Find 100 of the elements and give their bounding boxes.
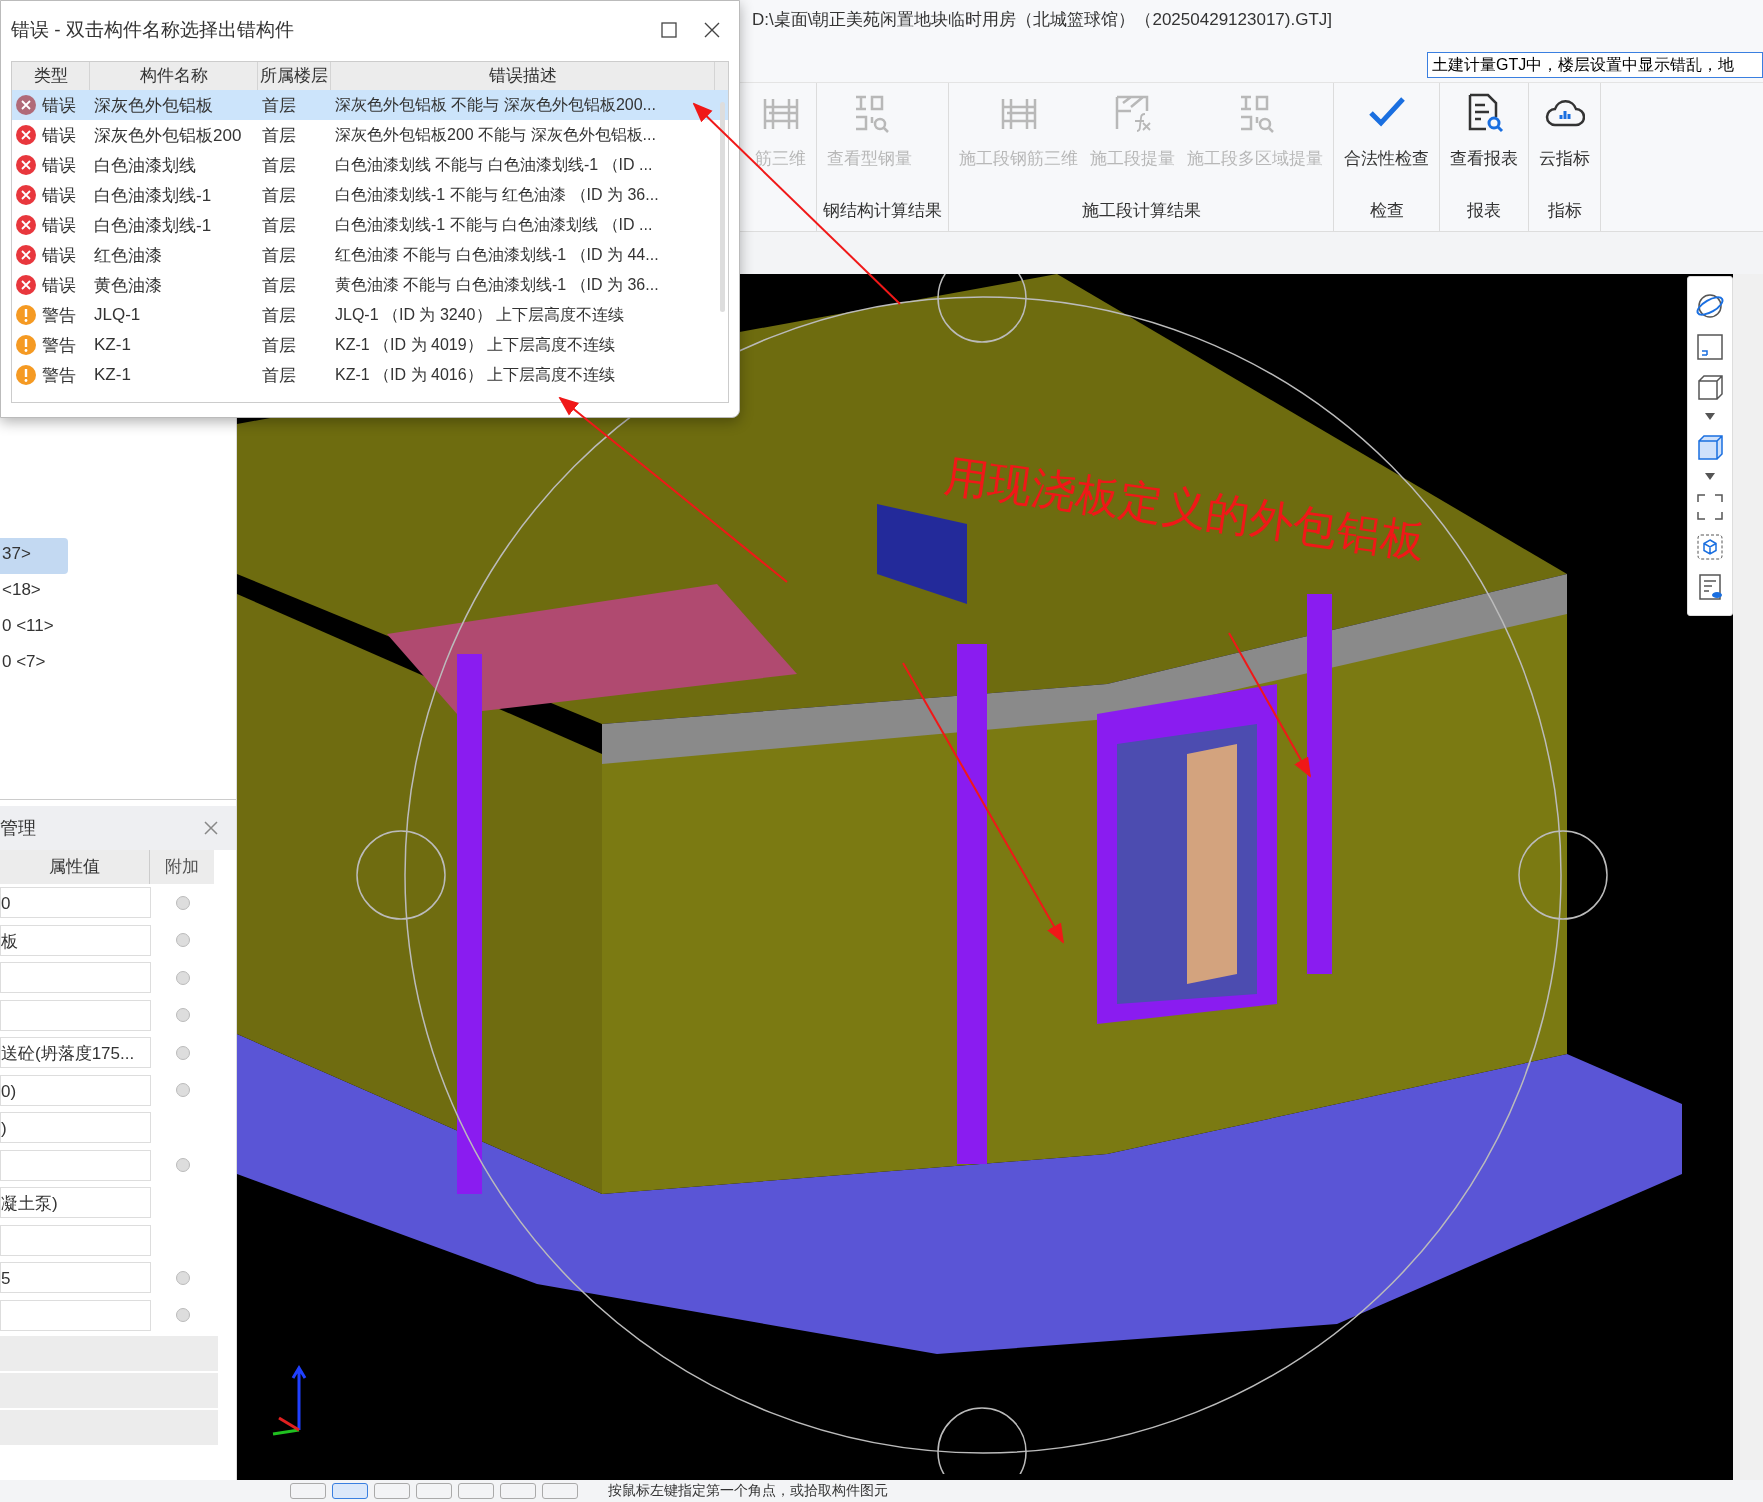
error-row[interactable]: 错误 白色油漆划线-1 首层 白色油漆划线-1 不能与 红色油漆 （ID 为 36... (12, 180, 728, 210)
table-cell-text: 首层 (261, 184, 297, 207)
status-toolbar-button[interactable] (500, 1483, 536, 1499)
type-text: 错误 (42, 154, 76, 177)
close-icon[interactable] (703, 21, 721, 39)
table-cell-text: 白色油漆划线 不能与 白色油漆划线-1 （ID ... (334, 154, 654, 175)
table-cell-text: JLQ-1 （ID 为 3240） 上下层高度不连续 (334, 304, 625, 325)
table-cell-text: 白色油漆划线 (93, 154, 197, 177)
status-toolbar-button[interactable] (332, 1483, 368, 1499)
checkbox[interactable] (176, 1045, 190, 1060)
table-cell-text: 白色油漆划线-1 不能与 红色油漆 （ID 为 36... (334, 184, 660, 205)
table-cell-text: 黄色油漆 不能与 白色油漆划线-1 （ID 为 36... (334, 274, 660, 295)
ribbon-group-label: 钢结构计算结果 (823, 200, 942, 222)
property-value-field[interactable]: 5 (0, 1262, 151, 1294)
property-value-field[interactable]: ) (0, 1112, 151, 1144)
type-text: 警告 (42, 304, 76, 327)
warning-exclamation-icon (16, 335, 36, 355)
property-value-field[interactable]: 板 (0, 924, 151, 956)
table-cell-text: KZ-1 （ID 为 4016） 上下层高度不连续 (334, 364, 617, 385)
checkbox[interactable] (176, 1158, 190, 1173)
status-toolbar-button[interactable] (290, 1483, 326, 1499)
ribbon-group-label: 报表 (1466, 200, 1502, 222)
table-cell-text: KZ-1 (93, 335, 132, 355)
table-cell-text: 深灰色外包铝板200 不能与 深灰色外包铝板... (334, 124, 657, 145)
table-cell-text: 红色油漆 不能与 白色油漆划线-1 （ID 为 44... (334, 244, 660, 265)
table-cell-text: 首层 (261, 124, 297, 147)
type-text: 错误 (42, 124, 76, 147)
search-field[interactable]: 土建计量GTJ中，楼层设置中显示错乱，地 (1427, 52, 1763, 78)
error-x-icon (16, 275, 36, 295)
table-cell-text: 白色油漆划线-1 (93, 184, 213, 207)
error-row[interactable]: 错误 白色油漆划线 首层 白色油漆划线 不能与 白色油漆划线-1 （ID ... (12, 150, 728, 180)
property-value-field[interactable] (0, 1299, 151, 1331)
error-row[interactable]: 错误 白色油漆划线-1 首层 白色油漆划线-1 不能与 白色油漆划线 （ID ... (12, 210, 728, 240)
cube-icon[interactable] (1696, 373, 1724, 401)
checkbox[interactable] (176, 933, 190, 948)
tree-item[interactable]: 0 <11> (0, 610, 68, 646)
tree-item[interactable]: 0 <7> (0, 646, 68, 682)
ribbon-button[interactable]: 查看报表 (1446, 83, 1522, 191)
ribbon-group-label: 指标 (1546, 200, 1583, 222)
table-cell-text: 首层 (261, 334, 297, 357)
error-x-icon (16, 215, 36, 235)
table-cell-text: KZ-1 （ID 为 4019） 上下层高度不连续 (334, 334, 617, 355)
table-cell-text: 首层 (261, 154, 297, 177)
checkbox[interactable] (176, 895, 190, 910)
property-value-field[interactable]: 送砼(坍落度175... (0, 1037, 151, 1069)
ribbon-group-label: 施工段计算结果 (1080, 200, 1202, 222)
table-cell-text: 黄色油漆 (93, 274, 163, 297)
list-view-icon[interactable] (1696, 573, 1724, 601)
property-value-field[interactable]: 凝土泵) (0, 1187, 151, 1219)
table-cell-text: 首层 (261, 244, 297, 267)
type-text: 警告 (42, 364, 76, 387)
dropdown-caret-icon[interactable] (1705, 413, 1715, 421)
status-toolbar-button[interactable] (374, 1483, 410, 1499)
status-toolbar-button[interactable] (416, 1483, 452, 1499)
table-cell-text: 首层 (261, 94, 297, 117)
status-toolbar-button[interactable] (542, 1483, 578, 1499)
maximize-icon[interactable] (661, 22, 677, 38)
error-x-icon (16, 245, 36, 265)
type-text: 错误 (42, 214, 76, 237)
property-value-field[interactable] (0, 962, 151, 994)
checkbox[interactable] (176, 1270, 190, 1285)
checkbox[interactable] (176, 970, 190, 985)
checkbox[interactable] (176, 1308, 190, 1323)
table-cell-text: KZ-1 (93, 365, 132, 385)
error-x-icon (16, 185, 36, 205)
status-toolbar-button[interactable] (458, 1483, 494, 1499)
2d-view-icon[interactable] (1696, 333, 1724, 361)
table-cell-text: JLQ-1 (93, 305, 142, 325)
column-header: 附加 (164, 856, 201, 878)
property-value-field[interactable] (0, 1149, 151, 1181)
property-value-field[interactable]: 0 (0, 887, 151, 919)
frame-select-icon[interactable] (1696, 493, 1724, 521)
dialog-title: 错误 - 双击构件名称选择出错构件 (11, 18, 295, 42)
property-value-field[interactable] (0, 1224, 151, 1256)
ribbon-button[interactable]: 合法性检查 (1340, 83, 1433, 191)
orbit-icon[interactable] (1695, 291, 1725, 321)
error-row[interactable]: 错误 深灰色外包铝板200 首层 深灰色外包铝板200 不能与 深灰色外包铝板... (12, 120, 728, 150)
error-row[interactable]: 错误 红色油漆 首层 红色油漆 不能与 白色油漆划线-1 （ID 为 44... (12, 240, 728, 270)
error-x-icon (16, 95, 36, 115)
table-cell-text: 首层 (261, 214, 297, 237)
table-cell-text: 深灰色外包铝板 (93, 94, 214, 117)
shaded-cube-icon[interactable] (1696, 433, 1724, 461)
dropdown-caret-icon[interactable] (1705, 473, 1715, 481)
type-text: 错误 (42, 244, 76, 267)
table-cell-text: 白色油漆划线-1 不能与 白色油漆划线 （ID ... (334, 214, 654, 235)
warning-exclamation-icon (16, 305, 36, 325)
type-text: 错误 (42, 94, 76, 117)
ribbon-button[interactable]: 云指标 (1535, 83, 1594, 191)
property-value-field[interactable] (0, 999, 151, 1031)
tree-item[interactable]: 37> (0, 538, 68, 574)
box-cube-icon[interactable] (1696, 533, 1724, 561)
checkbox[interactable] (176, 1083, 190, 1098)
table-cell-text: 首层 (261, 274, 297, 297)
status-hint: 按鼠标左键指定第一个角点，或拾取构件图元 (608, 1482, 888, 1500)
table-cell-text: 首层 (261, 304, 297, 327)
checkbox[interactable] (176, 1008, 190, 1023)
tree-item[interactable]: <18> (0, 574, 68, 610)
error-row[interactable]: 错误 深灰色外包铝板 首层 深灰色外包铝板 不能与 深灰色外包铝板200... (12, 90, 728, 120)
annotation-text: 用现浇板定义的外包铝板 (940, 449, 1429, 569)
property-value-field[interactable]: 0) (0, 1074, 151, 1106)
